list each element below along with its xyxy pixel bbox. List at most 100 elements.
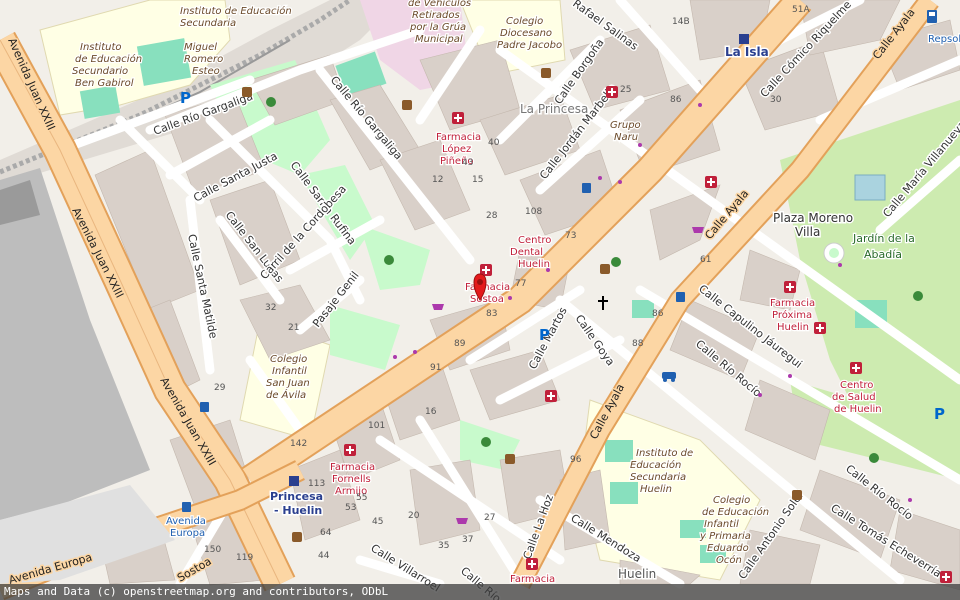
label-avenida-europa-stop-1: Avenida [166, 516, 206, 527]
label-ies-miguel-4: Romero [184, 54, 223, 65]
label-grupo-naru-1: Grupo [610, 120, 641, 131]
playground-icon [481, 437, 491, 447]
pharmacy-icon [940, 571, 952, 583]
label-princesa-huelin-2: - Huelin [274, 504, 322, 517]
label-ocon-6: Ocón [716, 554, 742, 566]
label-plaza-moreno-villa-1: Plaza Moreno [773, 211, 853, 225]
svg-text:91: 91 [430, 363, 441, 373]
fast-food-icon [402, 100, 412, 110]
label-centro-dental-3: Huelin [518, 259, 550, 270]
label-ies-ben-1: Instituto [80, 42, 122, 53]
map-viewport[interactable]: Avenida Juan XXIII Avenida Juan XXIII Av… [0, 0, 960, 600]
svg-text:16: 16 [425, 407, 437, 417]
label-farmacia-proxima-3: Huelin [777, 322, 809, 333]
label-centro-dental-1: Centro [518, 235, 551, 246]
svg-text:96: 96 [570, 455, 582, 465]
svg-text:15: 15 [472, 175, 483, 185]
svg-text:150: 150 [204, 545, 221, 555]
label-grua-3: por la Grúa [409, 21, 466, 33]
label-jardin-2: Abadía [864, 248, 902, 261]
label-san-juan-4: de Ávila [266, 388, 306, 401]
playground-icon [869, 453, 879, 463]
label-ocon-4: y Primaria [699, 531, 751, 542]
label-diocesano-3: Padre Jacobo [497, 40, 562, 51]
playground-icon [611, 257, 621, 267]
svg-text:64: 64 [320, 528, 332, 538]
svg-text:32: 32 [265, 303, 276, 313]
svg-text:73: 73 [565, 231, 576, 241]
label-farmacia-sostoa-2: Sostoa [470, 294, 504, 305]
label-ocon-5: Eduardo [707, 543, 749, 554]
svg-text:12: 12 [432, 175, 443, 185]
svg-text:53: 53 [345, 503, 356, 513]
shop-icon [692, 227, 704, 233]
svg-text:119: 119 [236, 553, 253, 563]
label-la-isla: La Isla [725, 45, 769, 59]
label-farmacia-lopez-1: Farmacia [436, 132, 481, 143]
bus-stop-icon [200, 402, 209, 412]
svg-text:14B: 14B [672, 17, 690, 27]
label-grua-4: Municipal [415, 34, 463, 45]
svg-text:55: 55 [356, 493, 367, 503]
station-icon [289, 476, 299, 486]
svg-text:21: 21 [288, 323, 299, 333]
svg-text:88: 88 [632, 339, 644, 349]
parking-icon: P [539, 326, 550, 344]
label-ies-huelin-4: Huelin [640, 484, 672, 495]
parking-icon: P [180, 89, 191, 107]
pharmacy-icon [344, 444, 356, 456]
pharmacy-icon [606, 86, 618, 98]
label-diocesano-1: Colegio [506, 16, 543, 27]
label-ies-huelin-2: Educación [630, 459, 681, 471]
svg-text:40: 40 [488, 138, 500, 148]
label-ocon-2: de Educación [702, 506, 769, 518]
bus-stop-icon [676, 292, 685, 302]
fast-food-icon [292, 532, 302, 542]
shop-icon [432, 304, 444, 310]
label-huelin: Huelin [618, 567, 656, 581]
label-san-juan-2: Infantil [272, 366, 307, 377]
svg-text:45: 45 [372, 517, 383, 527]
fast-food-icon [505, 454, 515, 464]
label-princesa-huelin-1: Princesa [270, 490, 323, 503]
pharmacy-icon [850, 362, 862, 374]
label-farmacia-fornells-2: Fornells [332, 474, 371, 485]
label-ies-miguel-5: Esteo [192, 66, 220, 77]
svg-text:51A: 51A [792, 5, 810, 15]
pharmacy-icon [526, 558, 538, 570]
label-ies-ben-2: de Educación [75, 53, 142, 65]
label-ocon-3: Infantil [704, 519, 739, 530]
label-jardin-1: Jardín de la [852, 232, 915, 245]
svg-text:35: 35 [438, 541, 449, 551]
svg-text:86: 86 [670, 95, 682, 105]
label-centro-dental-2: Dental [510, 247, 543, 258]
label-ocon-1: Colegio [713, 495, 750, 506]
label-farmacia-proxima-1: Farmacia [770, 298, 815, 309]
fast-food-icon [792, 490, 802, 500]
bus-stop-icon [182, 502, 191, 512]
pharmacy-icon [452, 112, 464, 124]
svg-text:25: 25 [620, 85, 631, 95]
svg-text:108: 108 [525, 207, 542, 217]
label-grua-1: de Vehículos [408, 0, 471, 9]
map-canvas[interactable]: Avenida Juan XXIII Avenida Juan XXIII Av… [0, 0, 960, 600]
svg-text:43: 43 [462, 158, 473, 168]
label-ies-huelin-1: Instituto de [636, 448, 693, 459]
fast-food-icon [541, 68, 551, 78]
playground-icon [384, 255, 394, 265]
fuel-icon [927, 10, 937, 23]
label-la-princesa: La Princesa [520, 102, 588, 116]
label-grua-2: Retirados [412, 10, 460, 21]
label-diocesano-2: Diocesano [500, 28, 552, 39]
fast-food-icon [242, 87, 252, 97]
playground-icon [913, 291, 923, 301]
svg-text:86: 86 [652, 309, 664, 319]
svg-text:37: 37 [462, 535, 473, 545]
svg-text:20: 20 [408, 511, 420, 521]
pharmacy-icon [705, 176, 717, 188]
label-ies-miguel-2: Secundaria [180, 18, 236, 29]
label-centro-salud-2: de Salud [832, 392, 876, 403]
label-farmacia-proxima-2: Próxima [772, 309, 812, 321]
svg-text:83: 83 [486, 309, 497, 319]
label-plaza-moreno-villa-2: Villa [795, 225, 820, 239]
